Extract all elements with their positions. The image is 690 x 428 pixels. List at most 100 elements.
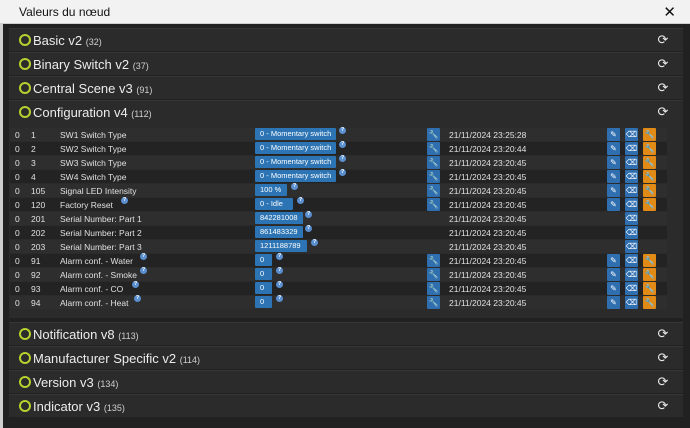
help-icon[interactable]: ? — [134, 295, 141, 302]
param-label-cell: Factory Reset — [60, 200, 113, 210]
wrench-icon[interactable]: 🔧 — [643, 128, 656, 141]
eraser-icon[interactable]: ⌫ — [625, 156, 638, 169]
section-title: Notification v8 (113) — [33, 327, 139, 342]
help-icon[interactable]: ? — [305, 211, 312, 218]
help-icon[interactable]: ? — [121, 197, 128, 204]
wrench-icon[interactable]: 🔧 — [427, 156, 440, 169]
eraser-icon[interactable]: ⌫ — [625, 142, 638, 155]
refresh-icon[interactable]: ⟳ — [656, 375, 670, 389]
eraser-icon[interactable]: ⌫ — [625, 170, 638, 183]
wrench-icon[interactable]: 🔧 — [427, 198, 440, 211]
refresh-icon[interactable]: ⟳ — [656, 327, 670, 341]
pencil-icon[interactable]: ✎ — [607, 156, 620, 169]
value-button[interactable]: 0 - Idle — [255, 198, 293, 210]
help-icon[interactable]: ? — [339, 155, 346, 162]
pencil-icon[interactable]: ✎ — [607, 184, 620, 197]
value-button[interactable]: 842281008 — [255, 212, 303, 224]
wrench-icon[interactable]: 🔧 — [643, 296, 656, 309]
help-icon[interactable]: ? — [297, 197, 304, 204]
value-button[interactable]: 0 - Momentary switch — [255, 128, 337, 140]
value-button[interactable]: 0 - Momentary switch — [255, 142, 337, 154]
eraser-icon[interactable]: ⌫ — [625, 268, 638, 281]
wrench-icon[interactable]: 🔧 — [427, 254, 440, 267]
section-header[interactable]: Basic v2 (32) ⟳ — [9, 29, 683, 52]
pencil-icon[interactable]: ✎ — [607, 128, 620, 141]
section-count: (113) — [118, 331, 139, 341]
section-title: Basic v2 (32) — [33, 33, 102, 48]
wrench-icon[interactable]: 🔧 — [427, 170, 440, 183]
wrench-icon[interactable]: 🔧 — [643, 170, 656, 183]
wrench-icon[interactable]: 🔧 — [643, 184, 656, 197]
wrench-icon[interactable]: 🔧 — [643, 156, 656, 169]
help-icon[interactable]: ? — [339, 141, 346, 148]
param-id-cell: 91 — [31, 256, 41, 266]
refresh-icon[interactable]: ⟳ — [656, 33, 670, 47]
eraser-icon[interactable]: ⌫ — [625, 254, 638, 267]
refresh-icon[interactable]: ⟳ — [656, 399, 670, 413]
wrench-icon[interactable]: 🔧 — [427, 268, 440, 281]
value-button[interactable]: 100 % — [255, 184, 287, 196]
eraser-icon[interactable]: ⌫ — [625, 240, 638, 253]
value-button[interactable]: 0 — [255, 268, 272, 280]
pencil-icon[interactable]: ✎ — [607, 170, 620, 183]
value-button[interactable]: 0 — [255, 282, 272, 294]
wrench-icon[interactable]: 🔧 — [427, 128, 440, 141]
close-icon[interactable]: ✕ — [663, 3, 676, 21]
help-icon[interactable]: ? — [276, 295, 283, 302]
section-header[interactable]: Version v3 (134) ⟳ — [9, 371, 683, 394]
value-button[interactable]: 0 — [255, 296, 272, 308]
help-icon[interactable]: ? — [132, 281, 139, 288]
eraser-icon[interactable]: ⌫ — [625, 296, 638, 309]
timestamp-cell: 21/11/2024 23:20:45 — [449, 242, 527, 252]
section-header[interactable]: Manufacturer Specific v2 (114) ⟳ — [9, 347, 683, 370]
help-icon[interactable]: ? — [276, 267, 283, 274]
value-button[interactable]: 1211188789 — [255, 240, 307, 252]
section-header[interactable]: Configuration v4 (112) ⟳ — [9, 101, 683, 124]
help-icon[interactable]: ? — [339, 169, 346, 176]
pencil-icon[interactable]: ✎ — [607, 296, 620, 309]
section-header[interactable]: Binary Switch v2 (37) ⟳ — [9, 53, 683, 76]
help-icon[interactable]: ? — [339, 127, 346, 134]
eraser-icon[interactable]: ⌫ — [625, 212, 638, 225]
help-icon[interactable]: ? — [311, 239, 318, 246]
section-header[interactable]: Central Scene v3 (91) ⟳ — [9, 77, 683, 100]
pencil-icon[interactable]: ✎ — [607, 268, 620, 281]
refresh-icon[interactable]: ⟳ — [656, 81, 670, 95]
wrench-icon[interactable]: 🔧 — [427, 282, 440, 295]
pencil-icon[interactable]: ✎ — [607, 254, 620, 267]
eraser-icon[interactable]: ⌫ — [625, 128, 638, 141]
help-icon[interactable]: ? — [305, 225, 312, 232]
help-icon[interactable]: ? — [291, 183, 298, 190]
help-icon[interactable]: ? — [140, 253, 147, 260]
value-button[interactable]: 0 — [255, 254, 272, 266]
eraser-icon[interactable]: ⌫ — [625, 226, 638, 239]
help-icon[interactable]: ? — [140, 267, 147, 274]
eraser-icon[interactable]: ⌫ — [625, 282, 638, 295]
wrench-icon[interactable]: 🔧 — [643, 268, 656, 281]
value-button[interactable]: 0 - Momentary switch — [255, 156, 337, 168]
refresh-icon[interactable]: ⟳ — [656, 105, 670, 119]
table-row: 0 91 Alarm conf. - Water? 0? 🔧 21/11/2024 23:… — [10, 253, 667, 267]
value-button[interactable]: 0 - Momentary switch — [255, 170, 337, 182]
eraser-icon[interactable]: ⌫ — [625, 184, 638, 197]
pencil-icon[interactable]: ✎ — [607, 198, 620, 211]
value-button[interactable]: 861483329 — [255, 226, 303, 238]
section-header[interactable]: Notification v8 (113) ⟳ — [9, 323, 683, 346]
eraser-icon[interactable]: ⌫ — [625, 198, 638, 211]
refresh-icon[interactable]: ⟳ — [656, 57, 670, 71]
wrench-icon[interactable]: 🔧 — [643, 282, 656, 295]
wrench-icon[interactable]: 🔧 — [427, 142, 440, 155]
pencil-icon[interactable]: ✎ — [607, 142, 620, 155]
wrench-icon[interactable]: 🔧 — [427, 184, 440, 197]
refresh-icon[interactable]: ⟳ — [656, 351, 670, 365]
help-icon[interactable]: ? — [276, 253, 283, 260]
help-icon[interactable]: ? — [276, 281, 283, 288]
wrench-icon[interactable]: 🔧 — [643, 198, 656, 211]
param-id-cell: 201 — [31, 214, 46, 224]
wrench-icon[interactable]: 🔧 — [643, 254, 656, 267]
wrench-icon[interactable]: 🔧 — [427, 296, 440, 309]
wrench-icon[interactable]: 🔧 — [643, 142, 656, 155]
pencil-icon[interactable]: ✎ — [607, 282, 620, 295]
section-header[interactable]: Indicator v3 (135) ⟳ — [9, 395, 683, 418]
section-notification: Notification v8 (113) ⟳ — [9, 322, 683, 345]
